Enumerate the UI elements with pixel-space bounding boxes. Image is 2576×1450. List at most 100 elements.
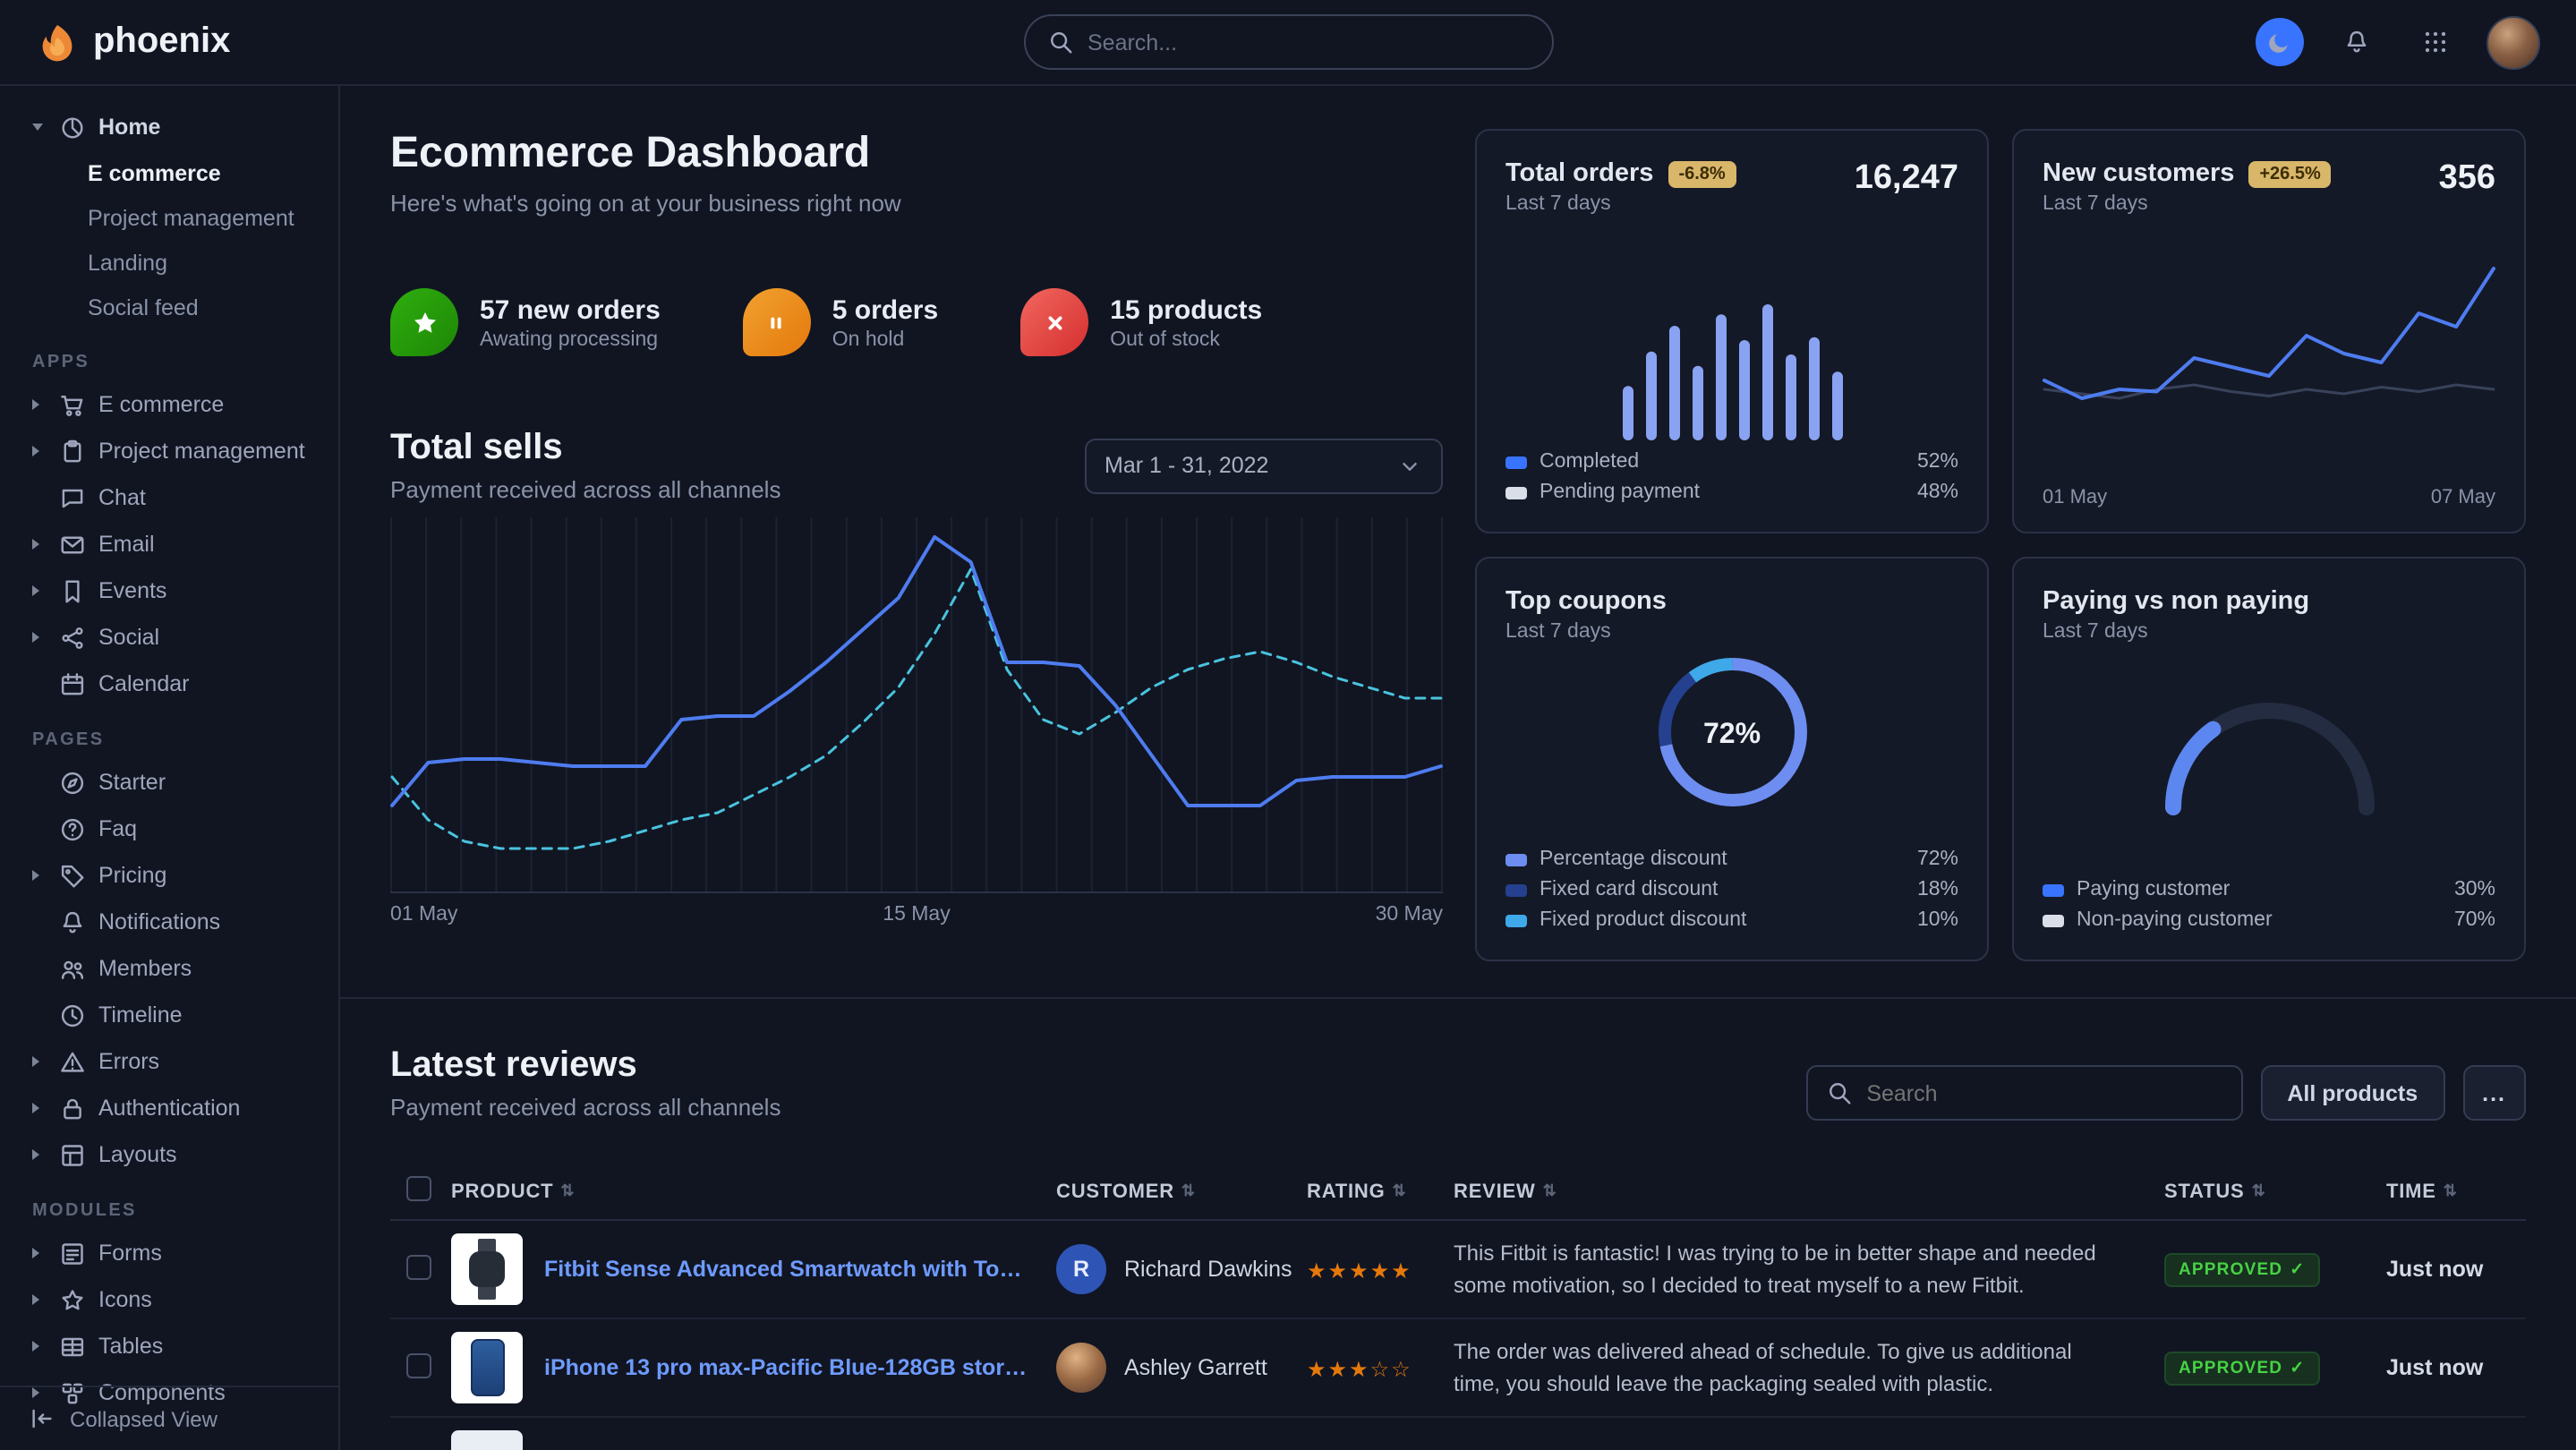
sidebar-item[interactable]: Faq — [0, 806, 338, 852]
total-orders-card: Total orders -6.8% Last 7 days 16,247 — [1475, 129, 1989, 533]
global-search[interactable] — [1023, 14, 1553, 70]
sidebar-item[interactable]: Starter — [0, 759, 338, 806]
caret-right-icon — [32, 632, 47, 643]
sidebar-item[interactable]: Notifications — [0, 899, 338, 945]
x-tick: 15 May — [883, 904, 950, 925]
sidebar-item[interactable]: Calendar — [0, 661, 338, 707]
caret-right-icon — [32, 399, 47, 410]
sidebar-item[interactable]: Social — [0, 614, 338, 661]
row-checkbox[interactable] — [406, 1254, 431, 1279]
latest-reviews-subtitle: Payment received across all channels — [390, 1094, 780, 1121]
column-header[interactable]: TIME ⇅ — [2386, 1181, 2526, 1202]
cart-icon — [59, 391, 86, 418]
sidebar-item[interactable]: Pricing — [0, 852, 338, 899]
sidebar-item[interactable]: Authentication — [0, 1085, 338, 1131]
star-icon: ★ — [1349, 1258, 1370, 1283]
star-icon: ☆ — [1391, 1356, 1412, 1381]
sidebar-item[interactable]: Events — [0, 567, 338, 614]
global-search-input[interactable] — [1088, 30, 1530, 55]
column-header[interactable]: REVIEW ⇅ — [1454, 1181, 2164, 1202]
column-header[interactable]: RATING ⇅ — [1307, 1181, 1454, 1202]
sidebar-item[interactable]: Email — [0, 521, 338, 567]
date-range-select[interactable]: Mar 1 - 31, 2022 — [1085, 438, 1443, 493]
app-viewport: phoenix Home E commerce — [0, 0, 2576, 1450]
sort-icon: ⇅ — [560, 1181, 575, 1201]
sidebar-item[interactable]: Timeline — [0, 992, 338, 1038]
product-link[interactable]: Fitbit Sense Advanced Smartwatch with To… — [544, 1257, 1031, 1282]
legend-value: 10% — [1917, 909, 1958, 931]
sidebar-section: MODULES Forms — [0, 1178, 338, 1416]
sidebar-item[interactable]: Tables — [0, 1323, 338, 1369]
star-solid-icon — [390, 288, 458, 356]
sidebar-item[interactable]: Layouts — [0, 1131, 338, 1178]
sidebar-subitem-label: E commerce — [88, 160, 221, 185]
navbar-actions — [2256, 15, 2540, 69]
more-options-button[interactable]: ... — [2462, 1065, 2526, 1121]
theme-toggle-button[interactable] — [2256, 18, 2304, 66]
sidebar-item[interactable]: Errors — [0, 1038, 338, 1085]
legend-value: 52% — [1917, 451, 1958, 473]
sidebar-item[interactable]: Project management — [0, 428, 338, 474]
column-header[interactable]: STATUS ⇅ — [2164, 1181, 2386, 1202]
chat-icon — [59, 484, 86, 511]
sidebar-item[interactable]: E commerce — [0, 381, 338, 428]
sidebar-subitem[interactable]: Social feed — [0, 285, 338, 329]
caret-down-icon — [32, 124, 47, 131]
review-time: Just now — [2386, 1355, 2526, 1380]
date-range-value: Mar 1 - 31, 2022 — [1105, 453, 1268, 478]
users-icon — [59, 955, 86, 982]
reviews-search[interactable] — [1805, 1065, 2242, 1121]
sidebar-item[interactable]: Icons — [0, 1276, 338, 1323]
sidebar-item-home[interactable]: Home — [0, 104, 338, 150]
sidebar-item[interactable]: Forms — [0, 1230, 338, 1276]
sidebar-item[interactable]: Chat — [0, 474, 338, 521]
product-link[interactable]: iPhone 13 pro max-Pacific Blue-128GB sto… — [544, 1355, 1031, 1380]
all-products-button[interactable]: All products — [2260, 1065, 2444, 1121]
bookmark-icon — [59, 577, 86, 604]
bell-icon — [2342, 29, 2369, 55]
stat-value: 5 orders — [832, 294, 938, 325]
row-checkbox[interactable] — [406, 1352, 431, 1378]
customer-avatar: R — [1056, 1244, 1106, 1294]
sidebar-section-title: PAGES — [0, 707, 338, 759]
table-icon — [59, 1333, 86, 1360]
sidebar-subitem[interactable]: Project management — [0, 195, 338, 240]
sidebar-item-label: Starter — [98, 770, 166, 795]
search-icon — [1046, 29, 1073, 55]
select-all-checkbox[interactable] — [406, 1176, 431, 1201]
user-avatar[interactable] — [2486, 15, 2540, 69]
column-header[interactable]: CUSTOMER ⇅ — [1056, 1181, 1307, 1202]
main-content: Ecommerce Dashboard Here's what's going … — [340, 86, 2576, 1450]
apps-grid-button[interactable] — [2408, 15, 2461, 69]
brand[interactable]: phoenix — [36, 21, 230, 64]
review-text: The order was delivered ahead of schedul… — [1454, 1335, 2164, 1400]
new-customers-x-axis: 01 May 07 May — [2043, 487, 2495, 508]
donut-center-label: 72% — [1703, 719, 1761, 751]
sidebar-item[interactable]: Members — [0, 945, 338, 992]
collapse-icon — [29, 1405, 55, 1432]
page-title: Ecommerce Dashboard — [390, 129, 1443, 179]
lock-icon — [59, 1095, 86, 1122]
column-header[interactable]: PRODUCT ⇅ — [451, 1181, 1056, 1202]
x-icon — [1020, 288, 1088, 356]
column-header-label: RATING — [1307, 1181, 1386, 1202]
sidebar-item-label: Notifications — [98, 909, 220, 934]
sidebar-sections: APPS E commerce — [0, 329, 338, 1416]
reviews-search-input[interactable] — [1866, 1080, 2222, 1105]
stats-row: 57 new orders Awating processing 5 order… — [390, 288, 1443, 356]
sidebar-item-label: Icons — [98, 1287, 152, 1312]
collapsed-view-toggle[interactable]: Collapsed View — [0, 1386, 338, 1450]
sidebar-section: APPS E commerce — [0, 329, 338, 707]
sidebar-subitem[interactable]: E commerce — [0, 150, 338, 195]
sidebar-subitem[interactable]: Landing — [0, 240, 338, 285]
card-value: 356 — [2439, 159, 2495, 199]
legend-row: Pending payment 48% — [1506, 482, 1958, 503]
stat-value: 15 products — [1110, 294, 1262, 325]
notifications-button[interactable] — [2329, 15, 2383, 69]
brand-name: phoenix — [93, 21, 230, 63]
reviews-table-body: Fitbit Sense Advanced Smartwatch with To… — [390, 1221, 2526, 1450]
sidebar-item-label: Errors — [98, 1049, 159, 1074]
new-customers-card: New customers +26.5% Last 7 days 356 01 … — [2012, 129, 2526, 533]
card-period: Last 7 days — [1506, 621, 1958, 643]
caret-right-icon — [32, 585, 47, 596]
